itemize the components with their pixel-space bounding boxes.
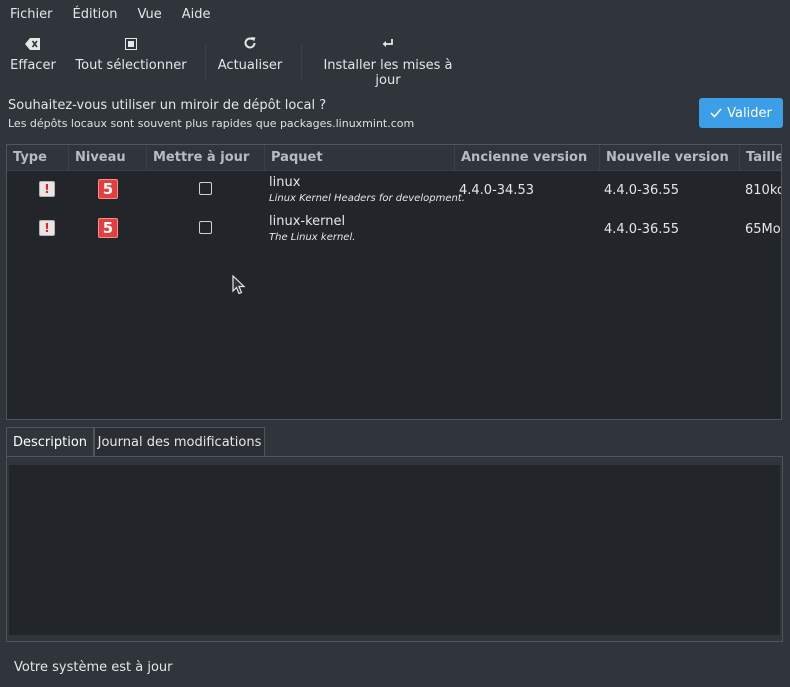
- select-all-button[interactable]: Tout sélectionner: [75, 36, 187, 84]
- select-all-icon: [75, 36, 187, 58]
- description-panel: [6, 456, 783, 642]
- refresh-icon: [217, 36, 283, 58]
- checkmark-icon: [710, 108, 722, 118]
- refresh-label: Actualiser: [217, 58, 283, 73]
- table-row[interactable]: ! 5 linux Linux Kernel Headers for devel…: [7, 171, 782, 210]
- column-level[interactable]: Niveau: [69, 145, 147, 170]
- package-description: The Linux kernel.: [269, 232, 356, 243]
- table-row[interactable]: ! 5 linux-kernel The Linux kernel. 4.4.0…: [7, 210, 781, 249]
- menu-edition[interactable]: Édition: [63, 0, 128, 30]
- column-size[interactable]: Taille: [740, 145, 781, 170]
- mirror-subtext: Les dépôts locaux sont souvent plus rapi…: [8, 117, 415, 130]
- column-type[interactable]: Type: [7, 145, 69, 170]
- column-package[interactable]: Paquet: [265, 145, 455, 170]
- validate-label: Valider: [727, 105, 772, 121]
- new-version: 4.4.0-36.55: [604, 183, 679, 198]
- validate-button[interactable]: Valider: [699, 98, 783, 128]
- menu-fichier[interactable]: Fichier: [0, 0, 63, 30]
- select-all-label: Tout sélectionner: [75, 58, 187, 73]
- security-update-icon: !: [39, 220, 55, 236]
- package-cell: linux-kernel The Linux kernel.: [269, 214, 355, 245]
- package-cell: linux Linux Kernel Headers for developme…: [269, 175, 465, 206]
- new-version: 4.4.0-36.55: [604, 222, 679, 237]
- install-updates-label: Installer les mises à jour: [323, 58, 453, 88]
- status-text: Votre système est à jour: [14, 660, 173, 675]
- mouse-cursor-icon: [232, 274, 246, 299]
- refresh-button[interactable]: Actualiser: [217, 36, 283, 84]
- level-badge: 5: [98, 179, 118, 199]
- mirror-question: Souhaitez-vous utiliser un miroir de dép…: [8, 98, 327, 113]
- description-text-area[interactable]: [9, 465, 780, 635]
- package-name: linux: [269, 175, 301, 190]
- column-old-version[interactable]: Ancienne version: [455, 145, 600, 170]
- mirror-prompt: Souhaitez-vous utiliser un miroir de dép…: [8, 98, 414, 132]
- menu-vue[interactable]: Vue: [127, 0, 171, 30]
- package-name: linux-kernel: [269, 214, 346, 229]
- table-header: Type Niveau Mettre à jour Paquet Ancienn…: [7, 145, 781, 171]
- level-badge: 5: [98, 218, 118, 238]
- security-update-icon: !: [39, 181, 55, 197]
- package-size: 810ko: [745, 183, 782, 198]
- toolbar-separator: [205, 44, 206, 80]
- package-description: Linux Kernel Headers for development.: [269, 193, 465, 204]
- toolbar-separator: [301, 44, 302, 80]
- updates-table: Type Niveau Mettre à jour Paquet Ancienn…: [6, 144, 782, 420]
- old-version: 4.4.0-34.53: [459, 183, 534, 198]
- update-checkbox[interactable]: [199, 182, 212, 195]
- return-icon: [313, 36, 463, 58]
- package-size: 65Mo: [745, 222, 781, 237]
- menu-bar: Fichier Édition Vue Aide: [0, 0, 790, 30]
- clear-label: Effacer: [10, 58, 56, 73]
- backspace-icon: [8, 36, 58, 58]
- toolbar: Effacer Tout sélectionner Actualiser Ins…: [0, 36, 790, 88]
- update-checkbox[interactable]: [199, 221, 212, 234]
- install-updates-button[interactable]: Installer les mises à jour: [313, 36, 463, 88]
- tab-changelog[interactable]: Journal des modifications: [94, 427, 265, 457]
- clear-button[interactable]: Effacer: [8, 36, 58, 84]
- column-new-version[interactable]: Nouvelle version: [600, 145, 740, 170]
- tab-description[interactable]: Description: [6, 427, 94, 457]
- column-update[interactable]: Mettre à jour: [147, 145, 265, 170]
- menu-aide[interactable]: Aide: [172, 0, 221, 30]
